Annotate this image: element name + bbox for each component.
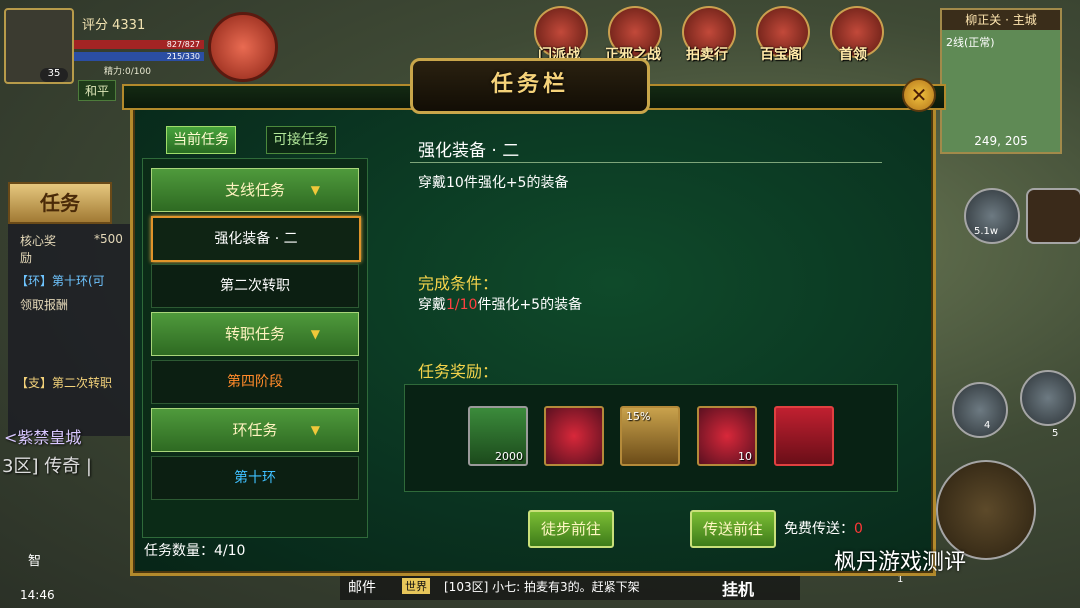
task-tab-button[interactable]: 任务 xyxy=(8,182,112,224)
teleport-button[interactable]: 传送前往 xyxy=(690,510,776,548)
free-teleport-count: 0 xyxy=(854,521,863,537)
free-teleport-label: 免费传送： xyxy=(784,521,854,537)
skill-count: 4 xyxy=(984,420,991,431)
condition-suffix: 件强化+5的装备 xyxy=(477,297,583,313)
quest-title: 强化装备 · 二 xyxy=(418,141,520,161)
task-tracker[interactable]: 核心奖励 *500 【环】第十环(可 领取报酬 【支】第二次转职 xyxy=(8,224,136,436)
task-item-tenth-ring[interactable]: 第十环 xyxy=(151,456,359,500)
close-button[interactable]: ✕ xyxy=(902,78,936,112)
skill-button[interactable] xyxy=(952,382,1008,438)
triangle-down-icon: ▼ xyxy=(310,183,320,197)
group-job-tasks[interactable]: 转职任务 ▼ xyxy=(151,312,359,356)
energy-label: 精力:0/100 xyxy=(104,67,151,77)
reward-quantity: 15% xyxy=(626,410,651,423)
zone-label: 3区] 传奇 | xyxy=(2,456,92,477)
watermark: 枫丹游戏测评 xyxy=(834,550,967,575)
scroll-icon[interactable]: 15% xyxy=(620,406,680,466)
claim-label: 领取报酬 xyxy=(20,298,69,312)
wisdom-label: 智 xyxy=(28,554,42,569)
red-box-icon[interactable] xyxy=(774,406,834,466)
score-label: 评分 4331 xyxy=(82,18,146,33)
map-coords: 249, 205 xyxy=(974,134,1028,148)
group-label: 环任务 xyxy=(232,421,278,439)
auto-battle-button[interactable]: 挂机 xyxy=(722,576,754,600)
group-side-tasks[interactable]: 支线任务 ▼ xyxy=(151,168,359,212)
group-label: 支线任务 xyxy=(224,181,285,199)
red-ore-icon[interactable]: 10 xyxy=(697,406,757,466)
chat-channel: 世界 xyxy=(402,578,430,594)
tab-available-tasks[interactable]: 可接任务 xyxy=(266,126,336,154)
rage-icon[interactable] xyxy=(208,12,278,82)
top-button-label: 首领 xyxy=(839,47,867,63)
triangle-down-icon: ▼ xyxy=(310,327,320,341)
skill-count: 5 xyxy=(1052,428,1059,439)
quest-description: 穿戴10件强化+5的装备 xyxy=(418,175,569,191)
reward-header: 任务奖励： xyxy=(418,362,499,381)
skill-count: 5.1w xyxy=(974,226,999,237)
condition-progress: 1/10 xyxy=(446,297,478,313)
player-level: 35 xyxy=(40,68,68,82)
top-button-label: 百宝阁 xyxy=(760,47,802,63)
map-line: 2线(正常) xyxy=(946,36,995,49)
free-teleport: 免费传送：0 xyxy=(784,518,863,538)
group-ring-tasks[interactable]: 环任务 ▼ xyxy=(151,408,359,452)
minimap[interactable]: 柳正关 · 主城 2线(正常) 249, 205 xyxy=(940,8,1062,154)
mp-bar: 215/330 xyxy=(74,52,204,61)
chat-message: [103区] 小七: 拍麦有3的。赶紧下架 xyxy=(444,580,640,594)
side-task-label: 【支】第二次转职 xyxy=(16,376,113,390)
title-plate: 任务栏 xyxy=(410,58,650,114)
red-ore-icon[interactable] xyxy=(544,406,604,466)
core-reward-label: 核心奖励 xyxy=(20,234,57,265)
task-item-enhance-equipment[interactable]: 强化装备 · 二 xyxy=(151,216,361,262)
condition-header: 完成条件： xyxy=(418,274,499,293)
ring-task-label: 【环】第十环(可 xyxy=(16,274,105,288)
task-item-second-job[interactable]: 第二次转职 xyxy=(151,264,359,308)
tab-current-tasks[interactable]: 当前任务 xyxy=(166,126,236,154)
hp-bar: 827/827 xyxy=(74,40,204,49)
skill-button[interactable] xyxy=(1020,370,1076,426)
mail-button[interactable]: 邮件 xyxy=(348,577,376,597)
group-label: 转职任务 xyxy=(224,325,285,343)
task-count: 任务数量：4/10 xyxy=(144,543,246,559)
city-label: <紫禁皇城 xyxy=(4,428,82,447)
divider xyxy=(410,162,882,163)
reward-quantity: 10 xyxy=(738,450,752,463)
pk-mode-button[interactable]: 和平 xyxy=(78,80,117,101)
reward-count: *500 xyxy=(94,232,123,246)
triangle-down-icon: ▼ xyxy=(310,423,320,437)
walk-to-button[interactable]: 徒步前往 xyxy=(528,510,614,548)
reward-quantity: 2000 xyxy=(495,450,523,463)
exp-icon[interactable]: 2000 xyxy=(468,406,528,466)
map-name: 柳正关 · 主城 xyxy=(942,10,1060,30)
condition-prefix: 穿戴 xyxy=(418,297,446,313)
task-item-fourth-stage[interactable]: 第四阶段 xyxy=(151,360,359,404)
clock: 14:46 xyxy=(20,588,55,602)
menu-grid-icon[interactable] xyxy=(1026,188,1080,244)
dialog-title: 任务栏 xyxy=(490,72,569,97)
condition-text: 穿戴1/10件强化+5的装备 xyxy=(418,294,582,314)
top-button-label: 拍卖行 xyxy=(686,47,728,63)
